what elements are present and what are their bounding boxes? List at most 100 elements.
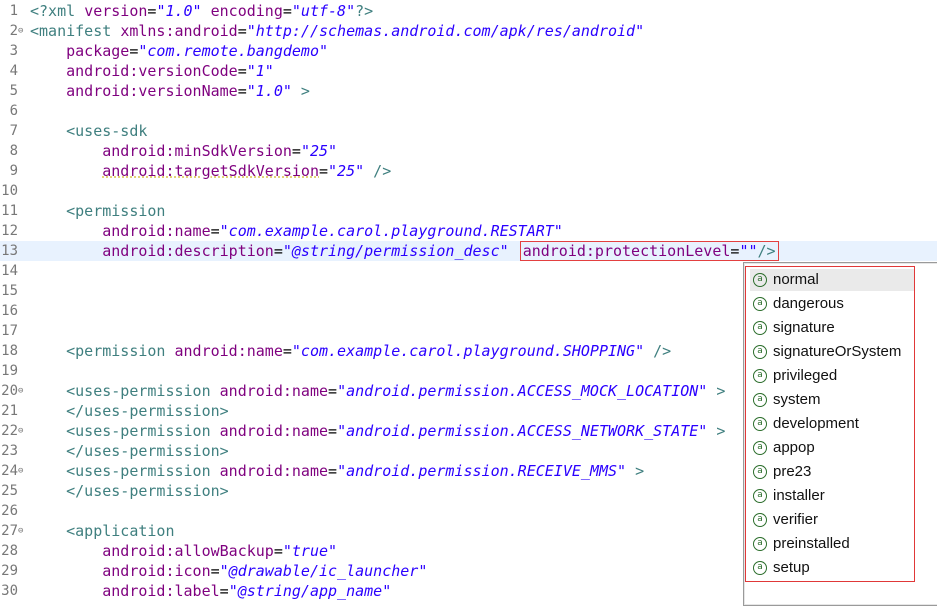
code-token: android:versionName: [66, 82, 238, 100]
line-number: 25: [1, 483, 18, 499]
code-text: <uses-sdk: [30, 121, 147, 141]
code-token: />: [364, 162, 392, 180]
code-token: =: [328, 422, 338, 440]
code-text: <permission android:name="com.example.ca…: [30, 341, 671, 361]
code-text: <application: [30, 521, 175, 541]
code-line[interactable]: 4 android:versionCode="1": [0, 61, 937, 81]
code-token: <?xml: [30, 2, 85, 20]
code-line[interactable]: 9 android:targetSdkVersion="25" />: [0, 161, 937, 181]
attribute-value-icon: a: [753, 441, 767, 455]
autocomplete-item-signature[interactable]: a signature: [750, 317, 914, 339]
code-token: android:targetSdkVersion: [102, 162, 319, 180]
fold-toggle-icon[interactable]: ⊖: [18, 381, 28, 401]
code-token: =: [210, 222, 220, 240]
line-number: 29: [1, 563, 18, 579]
fold-toggle-icon[interactable]: ⊖: [18, 521, 28, 541]
code-token: "com.example.carol.playground.RESTART": [219, 222, 563, 240]
autocomplete-item-label: development: [773, 415, 859, 432]
code-token: "utf-8": [291, 2, 356, 20]
code-line[interactable]: 2 ⊖ <manifest xmlns:android="http://schema…: [0, 21, 937, 41]
code-token: </uses-permission>: [66, 402, 229, 420]
autocomplete-item-preinstalled[interactable]: a preinstalled: [750, 533, 914, 555]
code-line[interactable]: 3 package="com.remote.bangdemo": [0, 41, 937, 61]
attribute-value-icon: a: [753, 417, 767, 431]
code-token: "1.0": [246, 82, 292, 100]
code-token: =: [237, 82, 247, 100]
code-token: android:label: [102, 582, 220, 600]
code-token: =: [219, 582, 229, 600]
code-line[interactable]: 7 <uses-sdk: [0, 121, 937, 141]
autocomplete-item-verifier[interactable]: a verifier: [750, 509, 914, 531]
code-token: android:name: [219, 382, 329, 400]
autocomplete-item-pre23[interactable]: a pre23: [750, 461, 914, 483]
fold-toggle-icon[interactable]: ⊖: [18, 21, 28, 41]
autocomplete-item-installer[interactable]: a installer: [750, 485, 914, 507]
code-line[interactable]: 10: [0, 181, 937, 201]
code-line[interactable]: 8 android:minSdkVersion="25": [0, 141, 937, 161]
code-line[interactable]: 5 android:versionName="1.0" >: [0, 81, 937, 101]
code-line[interactable]: 11 <permission: [0, 201, 937, 221]
code-token: android:versionCode: [66, 62, 238, 80]
autocomplete-item-appop[interactable]: a appop: [750, 437, 914, 459]
code-token: "": [739, 242, 758, 260]
code-token: =: [328, 382, 338, 400]
fold-toggle-icon[interactable]: ⊖: [18, 421, 28, 441]
autocomplete-item-setup[interactable]: a setup: [750, 557, 914, 579]
code-token: =: [210, 562, 220, 580]
autocomplete-item-privileged[interactable]: a privileged: [750, 365, 914, 387]
code-token: xmlns:android: [120, 22, 238, 40]
code-token: "android.permission.ACCESS_NETWORK_STATE…: [337, 422, 708, 440]
protection-level-attribute[interactable]: android:protectionLevel=""/>: [519, 241, 779, 261]
autocomplete-item-label: normal: [773, 271, 819, 288]
autocomplete-item-development[interactable]: a development: [750, 413, 914, 435]
autocomplete-item-system[interactable]: a system: [750, 389, 914, 411]
autocomplete-item-signatureorsystem[interactable]: a signatureOrSystem: [750, 341, 914, 363]
line-number: 10: [1, 183, 18, 199]
autocomplete-item-label: pre23: [773, 463, 812, 480]
line-number: 13: [1, 243, 18, 259]
code-token: "true": [282, 542, 338, 560]
code-text: android:description="@string/permission_…: [30, 241, 779, 261]
autocomplete-item-label: preinstalled: [773, 535, 850, 552]
line-number: 12: [1, 223, 18, 239]
fold-toggle-icon[interactable]: ⊖: [18, 461, 28, 481]
code-token: "@drawable/ic_launcher": [219, 562, 428, 580]
code-token: android:minSdkVersion: [102, 142, 292, 160]
code-text: android:label="@string/app_name": [30, 581, 391, 601]
attribute-value-icon: a: [753, 489, 767, 503]
code-token: >: [626, 462, 645, 480]
code-token: android:description: [102, 242, 274, 260]
autocomplete-item-normal[interactable]: a normal: [750, 269, 914, 291]
code-line[interactable]: 12 android:name="com.example.carol.playg…: [0, 221, 937, 241]
autocomplete-item-label: signature: [773, 319, 835, 336]
autocomplete-item-dangerous[interactable]: a dangerous: [750, 293, 914, 315]
line-number: 27: [1, 523, 18, 539]
code-line[interactable]: 1 <?xml version="1.0" encoding="utf-8"?>: [0, 1, 937, 21]
code-token: "http://schemas.android.com/apk/res/andr…: [246, 22, 645, 40]
code-text: android:allowBackup="true": [30, 541, 337, 561]
line-number: 14: [1, 263, 18, 279]
line-number: 24: [1, 463, 18, 479]
code-line[interactable]: 6: [0, 101, 937, 121]
line-number: 7: [9, 123, 18, 139]
code-line[interactable]: 13 android:description="@string/permissi…: [0, 241, 937, 261]
code-token: =: [237, 22, 247, 40]
code-text: <manifest xmlns:android="http://schemas.…: [30, 21, 644, 41]
autocomplete-item-label: privileged: [773, 367, 838, 384]
attribute-value-icon: a: [753, 273, 767, 287]
code-token: <application: [66, 522, 175, 540]
code-token: "25": [300, 142, 338, 160]
code-token: =: [328, 462, 338, 480]
